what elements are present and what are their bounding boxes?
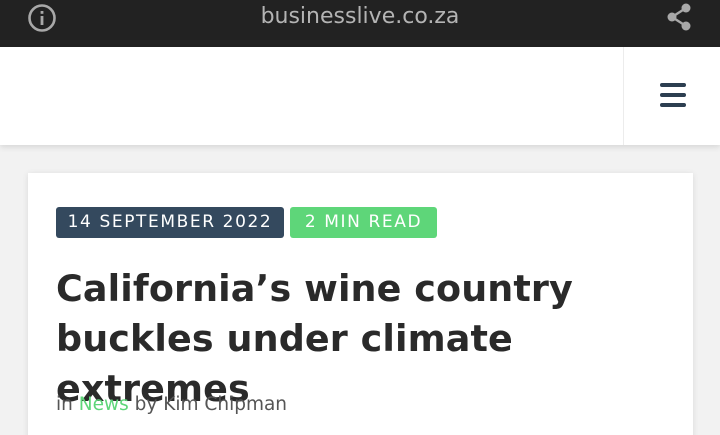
read-time-badge: 2 MIN READ	[290, 207, 437, 238]
site-domain: businesslive.co.za	[260, 4, 460, 29]
category-link[interactable]: News	[79, 394, 129, 415]
byline-by-text: by	[134, 394, 158, 415]
date-badge: 14 SEPTEMBER 2022	[56, 207, 284, 238]
author-name[interactable]: Kim Chipman	[163, 394, 287, 415]
hamburger-menu-icon[interactable]	[660, 83, 686, 107]
byline: in News by Kim Chipman	[56, 391, 287, 419]
article-card: 14 SEPTEMBER 2022 2 MIN READ California’…	[28, 173, 693, 435]
browser-top-bar: businesslive.co.za	[0, 0, 720, 47]
header-divider	[623, 47, 624, 145]
site-header	[0, 47, 720, 145]
share-icon[interactable]	[666, 3, 692, 31]
byline-in-text: in	[56, 394, 73, 415]
